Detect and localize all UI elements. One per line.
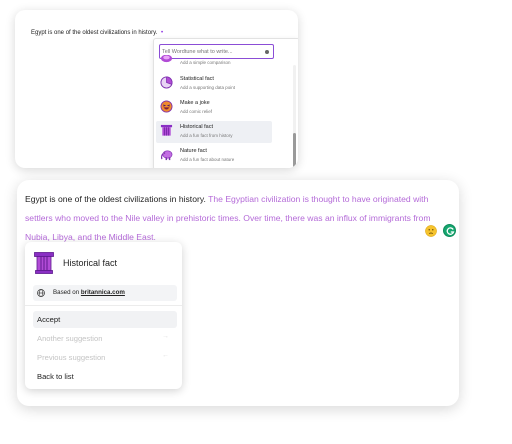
back-to-list-button[interactable]: Back to list	[33, 368, 177, 385]
popup-divider	[25, 305, 182, 306]
source-link[interactable]: britannica.com	[81, 289, 125, 296]
source-text: Based on britannica.com	[53, 289, 125, 296]
suggestion-popup: Historical fact Based on britannica.com …	[25, 242, 182, 389]
comparison-icon	[160, 55, 173, 63]
popup-title: Historical fact	[63, 258, 118, 268]
dropdown-item-subtitle: Add a fun fact from history	[180, 133, 233, 138]
arrow-right-icon: →	[162, 333, 169, 340]
send-icon[interactable]	[265, 50, 269, 54]
original-sentence: Egypt is one of the oldest civilizations…	[25, 194, 206, 204]
dropdown-item-title: Nature fact	[180, 148, 207, 154]
dropdown-item-title: Historical fact	[180, 124, 214, 130]
grammarly-g-icon	[446, 227, 455, 235]
column-icon	[34, 252, 54, 274]
editor-paragraph[interactable]: Egypt is one of the oldest civilizations…	[25, 190, 455, 247]
scrollbar-thumb[interactable]	[293, 133, 296, 168]
accept-label: Accept	[37, 315, 61, 324]
source-prefix: Based on	[53, 289, 80, 296]
dropdown-item-make-a-joke[interactable]: Make a joke Add comic relief	[156, 97, 272, 119]
elephant-icon	[160, 150, 173, 161]
dropdown-item-subtitle: Add a fun fact about nature	[180, 157, 235, 162]
globe-icon	[37, 289, 45, 297]
dropdown-item-title: Make a joke	[180, 100, 210, 106]
accept-button[interactable]: Accept	[33, 311, 177, 328]
pie-chart-icon	[160, 76, 173, 89]
editor-card: Egypt is one of the oldest civilizations…	[17, 180, 459, 406]
another-suggestion-label: Another suggestion	[37, 334, 103, 343]
editor-sentence[interactable]: Egypt is one of the oldest civilizations…	[31, 30, 163, 36]
sentence-text: Egypt is one of the oldest civilizations…	[31, 30, 158, 36]
dropdown-item-statistical-fact[interactable]: Statistical fact Add a supporting data p…	[156, 73, 272, 95]
dropdown-item-subtitle: Add a supporting data point	[180, 85, 236, 90]
another-suggestion-button[interactable]: Another suggestion →	[33, 330, 177, 347]
previous-suggestion-button[interactable]: Previous suggestion ←	[33, 349, 177, 366]
column-icon	[160, 124, 173, 136]
grammarly-badge[interactable]	[443, 224, 456, 237]
source-attribution: Based on britannica.com	[33, 285, 177, 301]
laughing-face-icon	[160, 100, 173, 113]
previous-suggestion-label: Previous suggestion	[37, 353, 106, 362]
emoji-face-icon[interactable]	[425, 225, 437, 237]
dropdown-item-title: Statistical fact	[180, 76, 214, 82]
dropdown-item-nature-fact[interactable]: Nature fact Add a fun fact about nature	[156, 145, 272, 167]
arrow-left-icon: ←	[162, 352, 169, 359]
dropdown-item-historical-fact[interactable]: Historical fact Add a fun fact from hist…	[156, 121, 272, 143]
back-to-list-label: Back to list	[37, 372, 74, 381]
wordtune-menu-card: Egypt is one of the oldest civilizations…	[15, 10, 298, 168]
spices-dropdown: Add a simple comparison Statistical fact…	[153, 38, 298, 168]
dropdown-scrollbar[interactable]	[293, 65, 296, 168]
dropdown-item-comparison[interactable]: Add a simple comparison	[156, 55, 272, 69]
cursor-marker: •	[160, 30, 164, 36]
dropdown-item-subtitle: Add a simple comparison	[180, 60, 231, 65]
dropdown-item-subtitle: Add comic relief	[180, 109, 213, 114]
